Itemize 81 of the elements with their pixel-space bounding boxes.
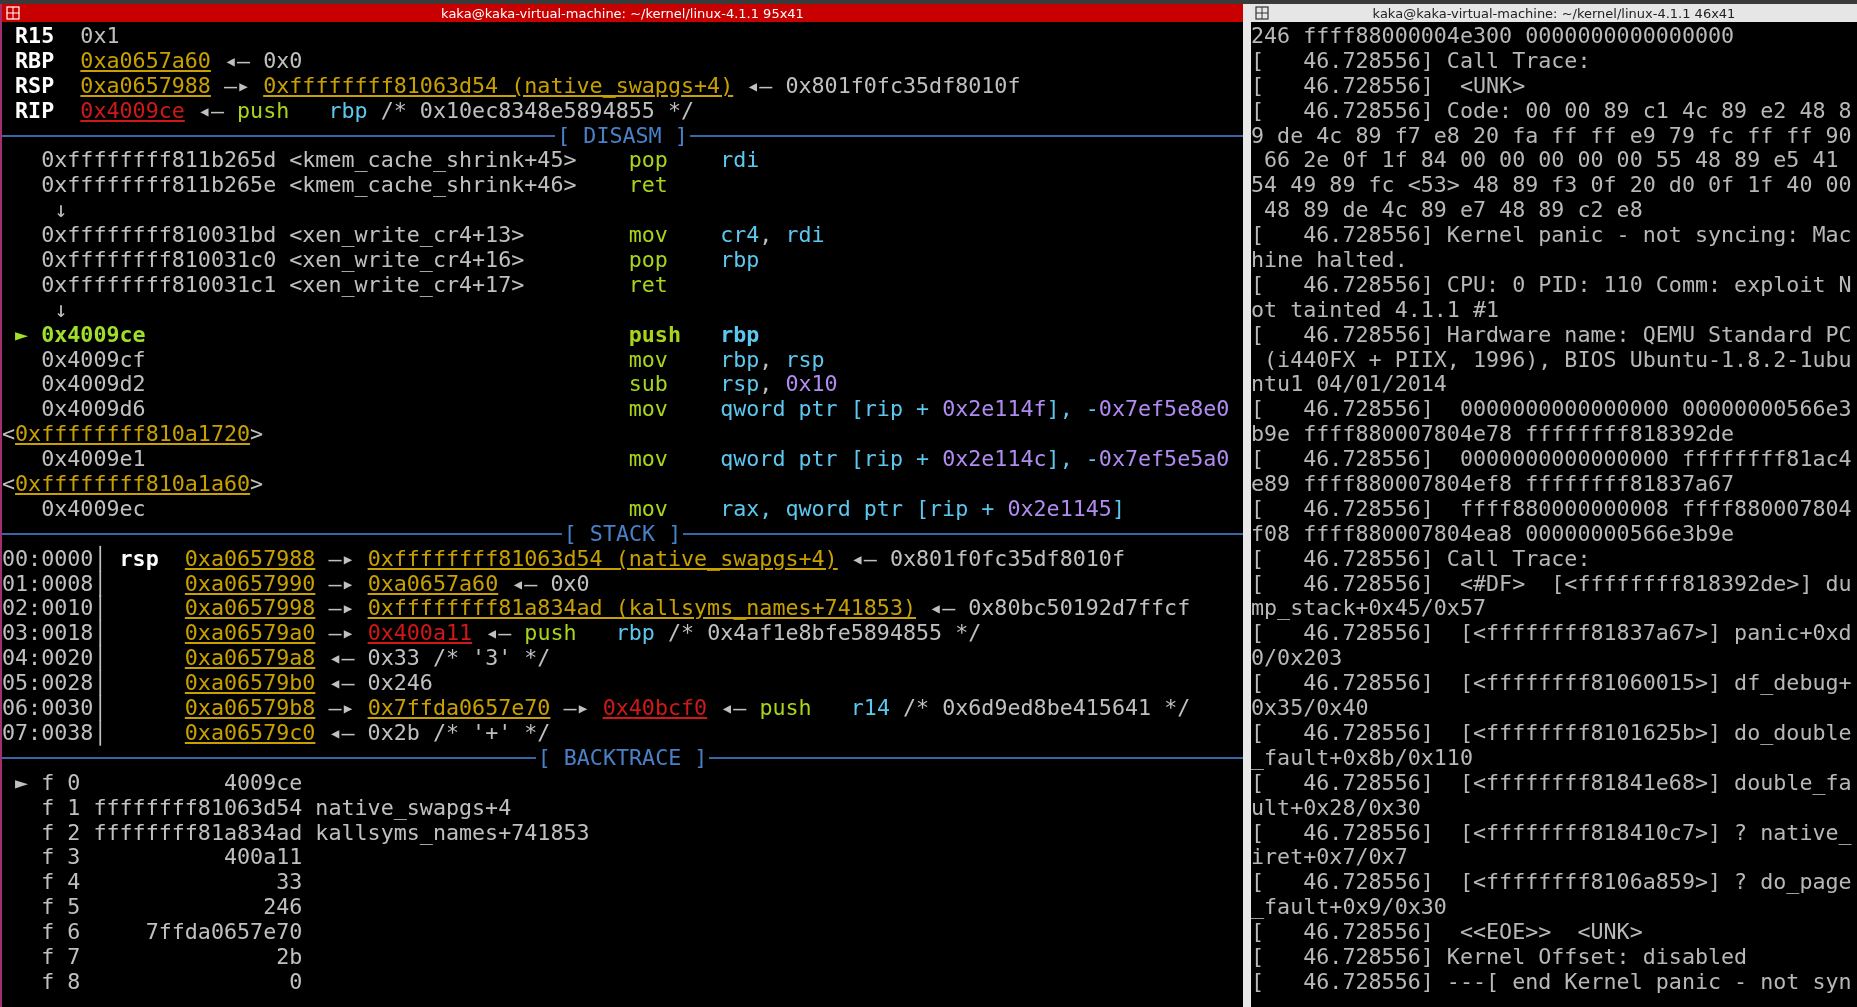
terminal-line: [ 46.728556] Kernel panic - not syncing: Mac: [1251, 223, 1853, 248]
terminal-line: 00:0000│ rsp 0xa0657988 —▸ 0xffffffff81063d54 (native_swapgs+4) ◂— 0x801f0fc35df8010f: [2, 546, 1126, 572]
terminal-line: 03:0018│ 0xa06579a0 —▸ 0x400a11 ◂— push rbp /* 0x4af1e8bfe5894855 */: [2, 621, 983, 646]
terminal-line: R15 0x1: [14, 24, 121, 49]
section-header: [ STACK ]: [562, 521, 683, 547]
terminal-line: 0x4009ec mov rax, qword ptr [rip + 0x2e1145]: [40, 496, 1126, 522]
terminal-line: f 4 33: [40, 870, 304, 896]
terminal-line: 0x4009e1 mov qword ptr [rip + 0x2e114c], -0x7ef5e5a0: [40, 447, 1231, 473]
terminal-line: <0xffffffff810a1720>: [2, 422, 265, 448]
terminal-line: _fault+0x9/0x30: [1251, 895, 1448, 921]
terminal-line: RBP 0xa0657a60 ◂— 0x0: [14, 48, 304, 74]
terminal-line: f 2 ffffffff81a834ad kallsyms_names+741853: [40, 820, 591, 846]
terminal-line: RIP 0x4009ce ◂— push rbp /* 0x10ec8348e5894855 */: [14, 98, 695, 124]
terminal-line: [ 46.728556] [<ffffffff8101625b>] do_double: [1251, 720, 1853, 746]
terminal-line: ot tainted 4.1.1 #1: [1251, 297, 1501, 323]
terminal-line: 0x35/0x40: [1251, 696, 1370, 721]
section-header: [ DISASM ]: [556, 123, 689, 149]
terminal-line: [ 46.728556] Kernel Offset: disabled: [1251, 944, 1749, 970]
terminal-line: ↓: [53, 297, 69, 323]
terminal-line: 0xffffffff810031c0 <xen_write_cr4+16> pop rbp: [40, 248, 761, 273]
terminal-line: 0x4009d2 sub rsp, 0x10: [40, 372, 839, 398]
terminal-line: 05:0028│ 0xa06579b0 ◂— 0x246: [2, 671, 434, 696]
terminal-line: 0x4009d6 mov qword ptr [rip + 0x2e114f], -0x7ef5e8e0: [40, 397, 1231, 423]
terminal-line: [ 46.728556] ---[ end Kernel panic - not syn: [1251, 969, 1853, 995]
section-header: [ BACKTRACE ]: [536, 745, 709, 771]
terminal-line: ↓: [53, 198, 69, 224]
terminal-line: [ 46.728556] CPU: 0 PID: 110 Comm: exploit N: [1251, 272, 1853, 298]
terminal-line: hine halted.: [1251, 248, 1409, 273]
terminal-line: 0xffffffff810031c1 <xen_write_cr4+17> ret: [40, 272, 669, 298]
terminal-line: [ 46.728556] [<ffffffff8106a859>] ? do_page: [1251, 870, 1853, 896]
terminal-line: 01:0008│ 0xa0657990 —▸ 0xa0657a60 ◂— 0x0: [2, 571, 591, 597]
terminal-line: [ 46.728556] Call Trace:: [1251, 48, 1592, 74]
terminal-line: 0xffffffff811b265e <kmem_cache_shrink+46> ret: [40, 173, 669, 199]
terminal-line: (i440FX + PIIX, 1996), BIOS Ubuntu-1.8.2-1ubu: [1263, 347, 1853, 373]
terminal-line: 02:0010│ 0xa0657998 —▸ 0xffffffff81a834ad (kallsyms_names+741853) ◂— 0x80bc50192d7ffcf: [2, 596, 1192, 621]
terminal-line: 48 89 de 4c 89 e7 48 89 c2 e8: [1263, 198, 1644, 224]
terminal-line: f 6 7ffda0657e70: [40, 920, 304, 945]
terminal-line: 0xffffffff810031bd <xen_write_cr4+13> mov cr4, rdi: [40, 223, 826, 248]
window-title: kaka@kaka-virtual-machine: ~/kernel/linux-4.1.1 95x41: [441, 5, 804, 21]
window-title: kaka@kaka-virtual-machine: ~/kernel/linux-4.1.1 46x41: [1372, 5, 1736, 21]
terminal-line: e89 ffff880007804ef8 ffffffff81837a67: [1251, 472, 1736, 497]
terminal-line: _fault+0x8b/0x110: [1251, 745, 1474, 771]
terminal-line: mp_stack+0x45/0x57: [1251, 596, 1488, 622]
terminal-line: 54 49 89 fc <53> 48 89 f3 0f 20 d0 0f 1f 40 00: [1251, 173, 1853, 199]
terminal-line: 0x4009cf mov rbp, rsp: [40, 347, 826, 373]
terminal-line: [ 46.728556] [<ffffffff81841e68>] double_fa: [1251, 770, 1853, 796]
terminal-line: iret+0x7/0x7: [1251, 845, 1409, 871]
terminal-line: f 8 0: [40, 969, 304, 995]
terminal-line: [ 46.728556] 0000000000000000 ffffffff81ac4: [1251, 447, 1853, 473]
terminal-line: [ 46.728556] <<EOE>> <UNK>: [1251, 920, 1644, 945]
terminal-line: f08 ffff880007804ea8 00000000566e3b9e: [1251, 521, 1736, 547]
terminal-line: ► 0x4009ce push rbp: [14, 322, 761, 348]
terminal-line: [ 46.728556] ffff880000000008 ffff880007804: [1251, 496, 1853, 522]
terminal-line: 9 de 4c 89 f7 e8 20 fa ff ff e9 79 fc ff ff 90: [1251, 123, 1853, 149]
terminal-line: ult+0x28/0x30: [1251, 795, 1422, 821]
terminal-line: 0xffffffff811b265d <kmem_cache_shrink+45> pop rdi: [40, 148, 761, 174]
terminal-line: f 5 246: [40, 895, 304, 921]
terminal-line: [ 46.728556] Code: 00 00 89 c1 4c 89 e2 48 8: [1251, 98, 1853, 124]
terminal-line: 06:0030│ 0xa06579b8 —▸ 0x7ffda0657e70 —▸ 0x40bcf0 ◂— push r14 /* 0x6d9ed8be415641 */: [2, 696, 1192, 721]
window-menu-icon[interactable]: [1255, 6, 1269, 20]
terminal-line: f 7 2b: [40, 944, 304, 970]
terminal-line: 246 ffff88000004e300 0000000000000000: [1251, 24, 1736, 49]
terminal-line: ► f 0 4009ce: [14, 770, 304, 796]
terminal-line: [ 46.728556] [<ffffffff81060015>] df_debug+: [1251, 671, 1853, 697]
terminal-line: [ 46.728556] Hardware name: QEMU Standard PC: [1251, 322, 1853, 348]
terminal-line: [ 46.728556] [<ffffffff81837a67>] panic+0xd: [1251, 621, 1853, 647]
terminal-line: [ 46.728556] [<ffffffff818410c7>] ? native_: [1251, 820, 1853, 846]
terminal-line: 07:0038│ 0xa06579c0 ◂— 0x2b /* '+' */: [2, 720, 552, 746]
terminal-line: [ 46.728556] Call Trace:: [1251, 546, 1592, 572]
terminal-line: 04:0020│ 0xa06579a8 ◂— 0x33 /* '3' */: [2, 646, 552, 671]
terminal-line: [ 46.728556] <UNK>: [1251, 73, 1527, 99]
terminal-line: [ 46.728556] <#DF> [<ffffffff818392de>] du: [1251, 571, 1853, 597]
terminal-line: 66 2e 0f 1f 84 00 00 00 00 00 55 48 89 e5 41: [1263, 148, 1840, 174]
terminal-line: RSP 0xa0657988 —▸ 0xffffffff81063d54 (native_swapgs+4) ◂— 0x801f0fc35df8010f: [14, 73, 1022, 99]
terminal-line: ntu1 04/01/2014: [1251, 372, 1448, 398]
terminal-line: 0/0x203: [1251, 646, 1344, 672]
terminal-line: f 1 ffffffff81063d54 native_swapgs+4: [40, 795, 513, 821]
terminal-line: <0xffffffff810a1a60>: [2, 472, 265, 497]
terminal-line: b9e ffff880007804e78 ffffffff818392de: [1251, 422, 1736, 448]
terminal-line: [ 46.728556] 0000000000000000 00000000566e3: [1251, 397, 1853, 423]
terminal-line: f 3 400a11: [40, 845, 304, 871]
